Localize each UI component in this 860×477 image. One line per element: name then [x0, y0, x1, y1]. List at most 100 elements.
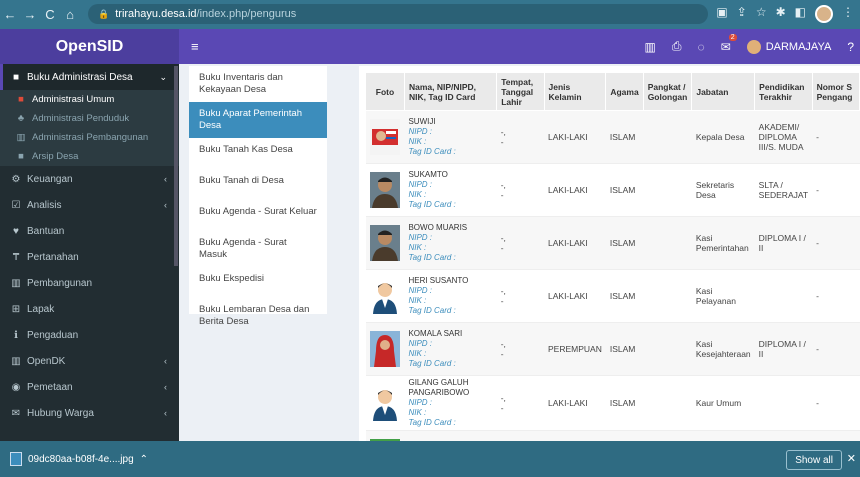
nipd-label: NIPD :: [408, 339, 433, 348]
col-nama[interactable]: Nama, NIP/NIPD, NIK, Tag ID Card: [403, 72, 498, 111]
chevron-left-icon: ‹: [164, 174, 167, 184]
rank-cell: [643, 430, 692, 441]
mail-icon[interactable]: ✉ 2: [721, 33, 737, 54]
ttl-cell: -, -: [496, 163, 544, 217]
ttl-cell: -, -: [496, 269, 544, 323]
photo-man-batik[interactable]: [369, 225, 400, 261]
show-all-button[interactable]: Show all: [786, 450, 842, 470]
sidebar-sub-administrasi-penduduk[interactable]: ♣ Administrasi Penduduk: [0, 109, 179, 128]
ttl-cell: -, -: [496, 322, 544, 376]
back-icon[interactable]: ←: [0, 7, 20, 22]
col-ttl[interactable]: Tempat, Tanggal Lahir: [496, 72, 545, 111]
photo-avatar-male[interactable]: [369, 278, 400, 314]
gender-cell: LAKI-LAKI: [544, 110, 606, 164]
extensions-icon[interactable]: ✱: [776, 5, 786, 23]
menu-lembaran-desa[interactable]: Buku Lembaran Desa dan Berita Desa: [189, 298, 327, 334]
chevron-down-icon: ⌄: [159, 71, 167, 82]
user-menu[interactable]: DARMAJAYA: [746, 39, 831, 54]
sidebar-scrollbar[interactable]: [174, 66, 178, 266]
address-bar[interactable]: 🔒 trirahayu.desa.id /index.php/pengurus: [88, 4, 708, 24]
table-row[interactable]: SUHARTONO: [365, 430, 860, 441]
photo-poster[interactable]: [369, 119, 400, 155]
ttl-value: -,: [500, 127, 506, 137]
menu-aparat-pemerintah[interactable]: Buku Aparat Pemerintah Desa: [189, 102, 327, 138]
photo-cell: [365, 216, 405, 270]
menu-surat-keluar[interactable]: Buku Agenda - Surat Keluar: [189, 200, 327, 231]
translate-icon[interactable]: ▣: [716, 5, 727, 23]
sidebar-item-pertanahan[interactable]: ₸ Pertanahan: [0, 244, 179, 270]
name-cell: KOMALA SARI NIPD : NIK : Tag ID Card :: [404, 322, 497, 376]
col-foto[interactable]: Foto: [365, 72, 405, 111]
col-pendidikan[interactable]: Pendidikan Terakhir: [754, 72, 813, 111]
chat-icon[interactable]: ◌: [698, 40, 705, 54]
sidebar-item-keuangan[interactable]: ⚙ Keuangan ‹: [0, 166, 179, 192]
forward-icon[interactable]: →: [20, 7, 40, 22]
table-row[interactable]: SUKAMTO NIPD : NIK : Tag ID Card : -, - L…: [365, 163, 860, 217]
education-cell: [754, 375, 813, 431]
reload-icon[interactable]: C: [40, 7, 60, 22]
sidebar-item-label: Keuangan: [27, 173, 73, 185]
sidebar-item-administrasi-desa[interactable]: ■ Buku Administrasi Desa ⌄: [0, 64, 179, 90]
sidebar-item-opendk[interactable]: ▥ OpenDK ‹: [0, 348, 179, 374]
bank-icon[interactable]: ▥: [645, 40, 656, 54]
star-icon[interactable]: ☆: [756, 5, 767, 23]
table-row[interactable]: SUWIJI NIPD : NIK : Tag ID Card : -, - LA…: [365, 110, 860, 164]
menu-ekspedisi[interactable]: Buku Ekspedisi: [189, 267, 327, 298]
sidebar-sub-administrasi-pembangunan[interactable]: ▥ Administrasi Pembangunan: [0, 128, 179, 147]
education-cell: [754, 269, 813, 323]
home-icon[interactable]: ⌂: [60, 7, 80, 22]
close-icon[interactable]: ✕: [847, 452, 856, 465]
menu-tanah-kas[interactable]: Buku Tanah Kas Desa: [189, 138, 327, 169]
sidebar-item-label: Pengaduan: [27, 329, 79, 341]
sidebar-item-pemetaan[interactable]: ◉ Pemetaan ‹: [0, 374, 179, 400]
menu-inventaris[interactable]: Buku Inventaris dan Kekayaan Desa: [189, 66, 327, 102]
app-header: OpenSID ≡ ▥ ⎙ ◌ ✉ 2 DARMAJAYA ?: [0, 29, 860, 64]
menu-dots-icon[interactable]: ⋮: [842, 5, 854, 23]
sidebar-item-pembangunan[interactable]: ▥ Pembangunan: [0, 270, 179, 296]
sidebar-sub-administrasi-umum[interactable]: ■ Administrasi Umum: [0, 90, 179, 109]
sidebar-item-pengaduan[interactable]: ℹ Pengaduan: [0, 322, 179, 348]
table-row[interactable]: GILANG GALUH PANGARIBOWO NIPD : NIK : Ta…: [365, 375, 860, 431]
col-gender[interactable]: Jenis Kelamin: [543, 72, 607, 111]
chevron-up-icon[interactable]: ⌃: [140, 454, 148, 465]
menu-surat-masuk[interactable]: Buku Agenda - Surat Masuk: [189, 231, 327, 267]
sidebar-item-hubung-warga[interactable]: ✉ Hubung Warga ‹: [0, 400, 179, 426]
share-icon[interactable]: ⇪: [737, 5, 747, 23]
col-pangkat[interactable]: Pangkat / Golongan: [642, 72, 693, 111]
sidepanel-icon[interactable]: ◧: [795, 5, 806, 23]
rank-cell: [643, 269, 692, 323]
hamburger-icon[interactable]: ≡: [191, 39, 199, 54]
sidebar-item-label: OpenDK: [27, 355, 66, 367]
nik-label: NIK :: [408, 190, 427, 199]
photo-woman-hijab[interactable]: [369, 331, 400, 367]
ttl-date: -: [500, 296, 504, 306]
menu-tanah-desa[interactable]: Buku Tanah di Desa: [189, 169, 327, 200]
education-cell: [754, 430, 813, 441]
sidebar-item-bantuan[interactable]: ♥ Bantuan: [0, 218, 179, 244]
sidebar-item-label: Pembangunan: [27, 277, 93, 289]
table-row[interactable]: BOWO MUARIS NIPD : NIK : Tag ID Card : -…: [365, 216, 860, 270]
sidebar-item-analisis[interactable]: ☑ Analisis ‹: [0, 192, 179, 218]
url-domain: trirahayu.desa.id: [115, 8, 197, 20]
col-agama[interactable]: Agama: [605, 72, 644, 111]
help-icon[interactable]: ?: [847, 40, 854, 54]
col-nomor[interactable]: Nomor S Pengang: [811, 72, 860, 111]
profile-avatar[interactable]: [815, 5, 833, 23]
table-row[interactable]: KOMALA SARI NIPD : NIK : Tag ID Card : -…: [365, 322, 860, 376]
staff-name: HERI SUSANTO: [408, 276, 469, 285]
table-row[interactable]: HERI SUSANTO NIPD : NIK : Tag ID Card : …: [365, 269, 860, 323]
photo-man-batik[interactable]: [369, 172, 400, 208]
download-item[interactable]: 09dc80aa-b08f-4e....jpg ⌃: [10, 452, 148, 466]
name-cell: GILANG GALUH PANGARIBOWO NIPD : NIK : Ta…: [404, 375, 497, 431]
rank-cell: [643, 216, 692, 270]
sidebar-item-lapak[interactable]: ⊞ Lapak: [0, 296, 179, 322]
print-icon[interactable]: ⎙: [672, 39, 682, 54]
nomor-cell: -: [812, 110, 860, 164]
sidebar-item-label: Pemetaan: [27, 381, 73, 393]
photo-avatar-male[interactable]: [369, 385, 400, 421]
app-logo[interactable]: OpenSID: [0, 29, 179, 64]
chevron-left-icon: ‹: [164, 382, 167, 392]
gender-cell: [544, 430, 606, 441]
sidebar-sub-arsip-desa[interactable]: ■ Arsip Desa: [0, 147, 179, 166]
col-jabatan[interactable]: Jabatan: [691, 72, 756, 111]
